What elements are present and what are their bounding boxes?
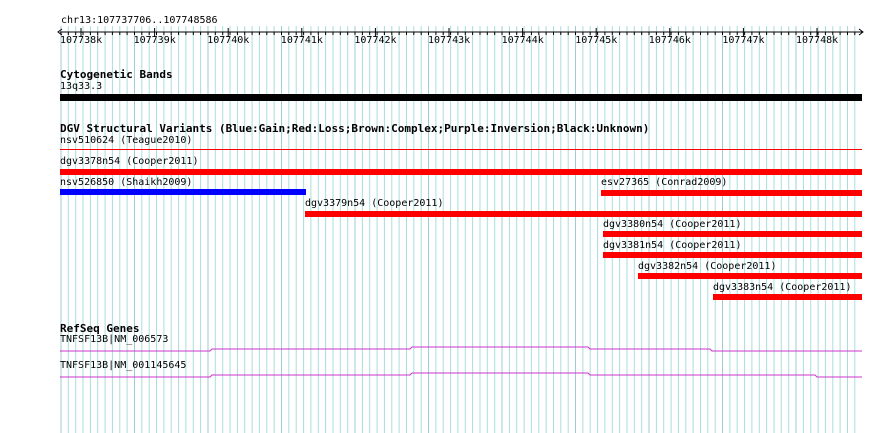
cytoband-label: 13q33.3 xyxy=(60,81,103,92)
dgv-feature-bar[interactable] xyxy=(60,169,862,175)
dgv-feature-bar[interactable] xyxy=(638,273,862,279)
dgv-feature-label[interactable]: esv27365 (Conrad2009) xyxy=(601,177,727,189)
dgv-feature-label[interactable]: dgv3378n54 (Cooper2011) xyxy=(60,156,198,168)
refseq-gene-label[interactable]: TNFSF13B|NM_006573 xyxy=(60,334,168,346)
cytoband-bar[interactable] xyxy=(60,94,862,101)
ruler-tick-label: 107748k xyxy=(796,35,839,46)
dgv-feature-label[interactable]: nsv510624 (Teague2010) xyxy=(60,135,192,147)
dgv-feature-label[interactable]: dgv3382n54 (Cooper2011) xyxy=(638,261,776,273)
dgv-feature-bar[interactable] xyxy=(603,231,862,237)
dgv-feature-label[interactable]: nsv526850 (Shaikh2009) xyxy=(60,177,192,189)
dgv-feature-label[interactable]: dgv3379n54 (Cooper2011) xyxy=(305,198,443,210)
dgv-feature-bar[interactable] xyxy=(713,294,862,300)
ruler-tick-label: 107744k xyxy=(501,35,544,46)
ruler-tick-label: 107745k xyxy=(575,35,618,46)
ruler-tick-label: 107739k xyxy=(133,35,176,46)
ruler-tick-label: 107740k xyxy=(207,35,250,46)
dgv-feature-label[interactable]: dgv3380n54 (Cooper2011) xyxy=(603,219,741,231)
ruler-tick-label: 107746k xyxy=(648,35,691,46)
dgv-feature-label[interactable]: dgv3381n54 (Cooper2011) xyxy=(603,240,741,252)
ruler-tick-label: 107742k xyxy=(354,35,397,46)
dgv-feature-bar[interactable] xyxy=(305,211,862,217)
ruler-tick-label: 107741k xyxy=(280,35,323,46)
dgv-feature-bar[interactable] xyxy=(60,149,862,150)
cytoband-track-title[interactable]: Cytogenetic Bands xyxy=(60,68,173,81)
ruler-tick-label: 107743k xyxy=(428,35,471,46)
refseq-gene-line[interactable] xyxy=(60,372,862,378)
refseq-gene-line[interactable] xyxy=(60,346,862,352)
dgv-feature-label[interactable]: dgv3383n54 (Cooper2011) xyxy=(713,282,851,294)
ruler-tick-label: 107738k xyxy=(60,35,103,46)
dgv-feature-bar[interactable] xyxy=(60,189,306,195)
ruler-location: chr13:107737706..107748586 xyxy=(61,15,218,26)
refseq-gene-label[interactable]: TNFSF13B|NM_001145645 xyxy=(60,360,186,372)
ruler-tick-label: 107747k xyxy=(722,35,765,46)
dgv-feature-bar[interactable] xyxy=(603,252,862,258)
dgv-track-title[interactable]: DGV Structural Variants (Blue:Gain;Red:L… xyxy=(60,122,649,135)
dgv-feature-bar[interactable] xyxy=(601,190,862,196)
